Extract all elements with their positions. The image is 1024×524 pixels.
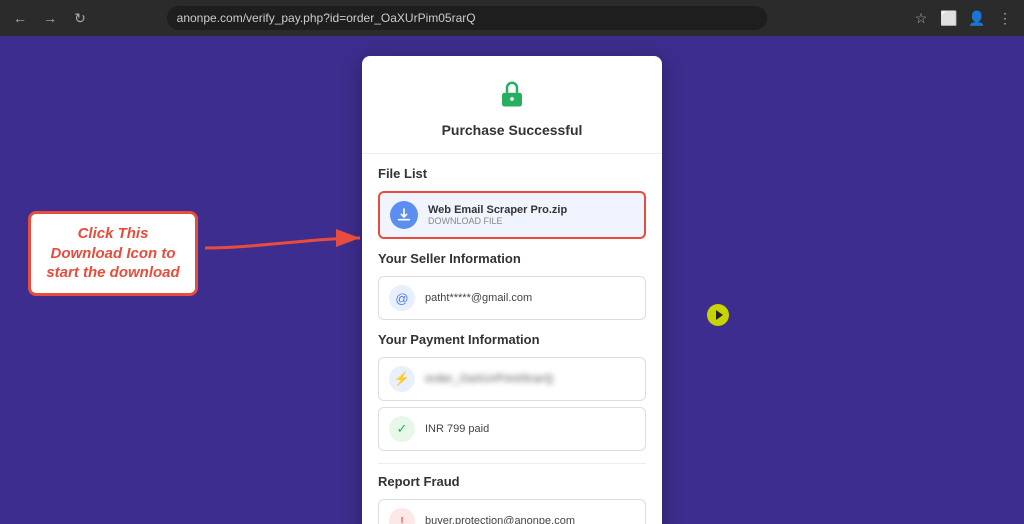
purchase-title: Purchase Successful <box>382 122 642 138</box>
payment-card: Purchase Successful File List Web Email … <box>362 56 662 524</box>
warning-icon: ! <box>389 508 415 524</box>
seller-section: Your Seller Information @ patht*****@gma… <box>378 251 646 320</box>
seller-email: patht*****@gmail.com <box>425 292 532 304</box>
amount-text: INR 799 paid <box>425 423 489 435</box>
back-button[interactable]: ← <box>8 6 32 30</box>
file-sub: DOWNLOAD FILE <box>428 216 634 226</box>
report-section: Report Fraud ! buyer.protection@anonpe.c… <box>378 463 646 524</box>
check-icon: ✓ <box>389 416 415 442</box>
cursor-arrow <box>716 310 723 320</box>
main-content: Purchase Successful File List Web Email … <box>0 36 1024 524</box>
address-bar[interactable]: anonpe.com/verify_pay.php?id=order_OaXUr… <box>167 6 767 30</box>
star-icon[interactable]: ☆ <box>910 7 932 29</box>
browser-icons: ☆ ⬜ 👤 ⋮ <box>910 7 1016 29</box>
report-email-row: ! buyer.protection@anonpe.com <box>378 499 646 524</box>
report-email: buyer.protection@anonpe.com <box>425 515 575 524</box>
profile-icon[interactable]: 👤 <box>966 7 988 29</box>
browser-chrome: ← → ↻ anonpe.com/verify_pay.php?id=order… <box>0 0 1024 36</box>
annotation-box: Click This Download Icon to start the do… <box>28 211 198 296</box>
report-title: Report Fraud <box>378 474 646 489</box>
annotation-text: Click This Download Icon to start the do… <box>45 224 181 283</box>
url-text: anonpe.com/verify_pay.php?id=order_OaXUr… <box>177 11 476 25</box>
order-id-row: ⚡ order_OaXUrPim05rarQ <box>378 357 646 401</box>
card-header: Purchase Successful <box>362 56 662 154</box>
extensions-icon[interactable]: ⬜ <box>938 7 960 29</box>
card-body: File List Web Email Scraper Pro.zip DOWN… <box>362 154 662 524</box>
payment-section: Your Payment Information ⚡ order_OaXUrPi… <box>378 332 646 451</box>
forward-button[interactable]: → <box>38 6 62 30</box>
order-id: order_OaXUrPim05rarQ <box>425 373 554 385</box>
file-list-title: File List <box>378 166 646 181</box>
file-name: Web Email Scraper Pro.zip <box>428 204 634 216</box>
reload-button[interactable]: ↻ <box>68 6 92 30</box>
amount-row: ✓ INR 799 paid <box>378 407 646 451</box>
seller-email-row: @ patht*****@gmail.com <box>378 276 646 320</box>
file-info: Web Email Scraper Pro.zip DOWNLOAD FILE <box>428 204 634 226</box>
email-icon: @ <box>389 285 415 311</box>
bolt-icon: ⚡ <box>389 366 415 392</box>
cursor-indicator <box>707 304 729 326</box>
seller-title: Your Seller Information <box>378 251 646 266</box>
payment-title: Your Payment Information <box>378 332 646 347</box>
annotation-arrow <box>195 218 375 278</box>
file-download-item[interactable]: Web Email Scraper Pro.zip DOWNLOAD FILE <box>378 191 646 239</box>
menu-icon[interactable]: ⋮ <box>994 7 1016 29</box>
download-icon-circle[interactable] <box>390 201 418 229</box>
lock-icon <box>494 76 530 112</box>
